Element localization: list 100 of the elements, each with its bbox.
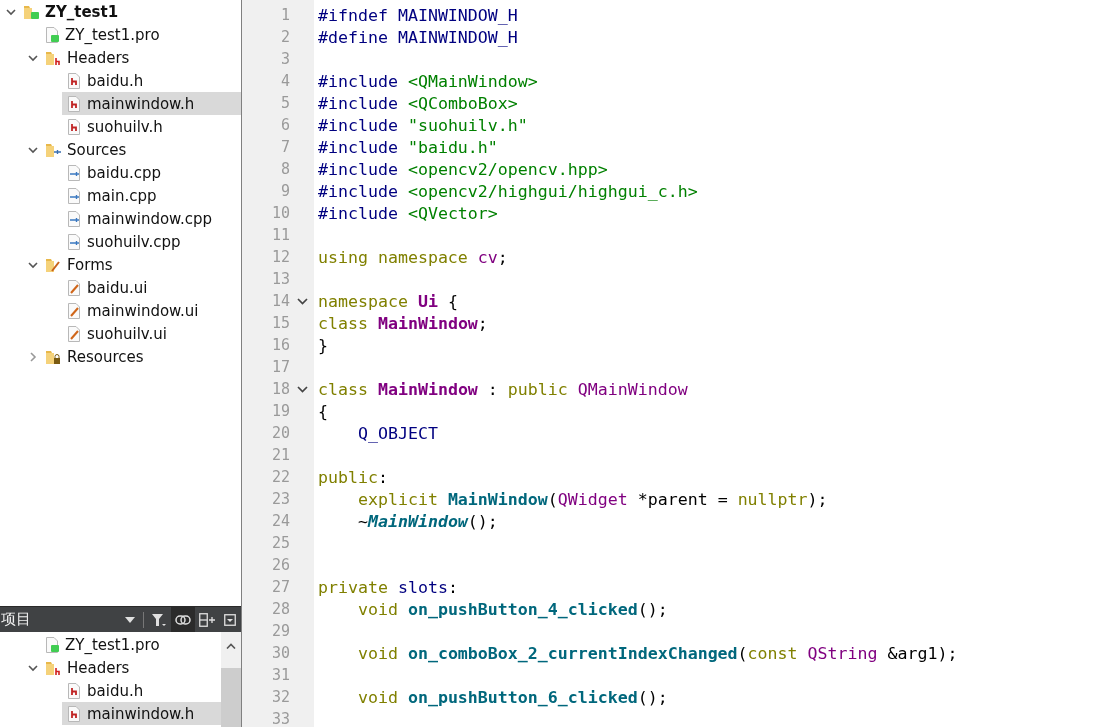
tree-item[interactable]: ZY_test1.pro (40, 23, 241, 46)
code-line: #include "baidu.h" (317, 137, 498, 157)
link-button[interactable] (171, 607, 195, 632)
tree-item[interactable]: mainwindow.h (62, 702, 221, 725)
code-line: explicit MainWindow(QWidget *parent = nullptr); (356, 489, 828, 509)
chevron-up-icon (226, 643, 236, 649)
minimize-panel-icon (224, 613, 236, 626)
header-file-icon (67, 118, 81, 135)
line-number: 21 (271, 446, 290, 464)
code-line: #ifndef MAINWINDOW_H (317, 5, 518, 25)
split-add-icon (199, 612, 215, 627)
line-number: 22 (271, 468, 290, 486)
line-number: 30 (271, 644, 290, 662)
tree-item[interactable]: ZY_test1.pro (40, 633, 221, 656)
code-line: } (317, 335, 328, 355)
fold-chevron-icon[interactable] (296, 385, 308, 393)
tree-item[interactable]: Sources (40, 138, 241, 161)
tree-item[interactable]: mainwindow.cpp (62, 207, 241, 230)
line-number: 3 (280, 50, 290, 68)
line-number: 13 (271, 270, 290, 288)
line-number: 10 (271, 204, 290, 222)
code-line: #define MAINWINDOW_H (317, 27, 518, 47)
code-line: public: (317, 467, 388, 487)
code-line: private slots: (317, 577, 458, 597)
header-file-icon (67, 682, 81, 699)
tree-item[interactable]: mainwindow.ui (62, 299, 241, 322)
tree-item[interactable]: baidu.h (62, 679, 221, 702)
line-number: 1 (280, 6, 290, 24)
code-line: #include <QComboBox> (317, 93, 518, 113)
line-number: 31 (271, 666, 290, 684)
code-line: class MainWindow : public QMainWindow (317, 379, 688, 399)
line-number: 5 (280, 94, 290, 112)
filter-icon (152, 612, 166, 627)
line-number: 18 (271, 380, 290, 398)
line-number: 16 (271, 336, 290, 354)
code-line: #include "suohuilv.h" (317, 115, 528, 135)
project-file-icon (45, 636, 59, 653)
line-number: 15 (271, 314, 290, 332)
form-folder-icon (45, 256, 61, 273)
panel-title: 项目 (0, 610, 32, 629)
code-line: Q_OBJECT (356, 423, 438, 443)
header-file-icon (67, 72, 81, 89)
code-line: #include <QVector> (317, 203, 498, 223)
tree-item[interactable]: Headers (40, 46, 241, 69)
header-folder-icon (45, 659, 61, 676)
line-number: 14 (271, 292, 290, 310)
line-number: 12 (271, 248, 290, 266)
code-line: class MainWindow; (317, 313, 488, 333)
tree-item[interactable]: suohuilv.ui (62, 322, 241, 345)
line-number: 24 (271, 512, 290, 530)
line-number: 28 (271, 600, 290, 618)
caret-down-icon (125, 616, 135, 623)
project-folder-icon (23, 3, 39, 20)
tree-item[interactable]: ZY_test1 (18, 0, 241, 23)
line-number: 32 (271, 688, 290, 706)
code-line: #include <opencv2/highgui/highgui_c.h> (317, 181, 698, 201)
source-file-icon (67, 210, 81, 227)
source-file-icon (67, 187, 81, 204)
tree-item[interactable]: suohuilv.h (62, 115, 241, 138)
tree-item[interactable]: baidu.cpp (62, 161, 241, 184)
code-line: void on_pushButton_4_clicked(); (356, 599, 668, 619)
code-line: void on_pushButton_6_clicked(); (356, 687, 668, 707)
code-line: ~MainWindow(); (356, 511, 498, 531)
line-number: 6 (280, 116, 290, 134)
line-number: 4 (280, 72, 290, 90)
line-number: 23 (271, 490, 290, 508)
code-line: #include <opencv2/opencv.hpp> (317, 159, 608, 179)
project-file-icon (45, 26, 59, 43)
tree-item[interactable]: Headers (40, 656, 221, 679)
tree-item[interactable]: Resources (40, 345, 241, 368)
form-file-icon (67, 279, 81, 296)
scrollbar[interactable] (221, 632, 241, 727)
tree-item[interactable]: baidu.h (62, 69, 241, 92)
tree-item[interactable]: baidu.ui (62, 276, 241, 299)
resource-folder-icon (45, 348, 61, 365)
code-line: using namespace cv; (317, 247, 508, 267)
line-number: 8 (280, 160, 290, 178)
header-folder-icon (45, 49, 61, 66)
tree-item[interactable]: Forms (40, 253, 241, 276)
scrollbar-thumb[interactable] (221, 668, 241, 727)
code-line: #include <QMainWindow> (317, 71, 538, 91)
line-number: 17 (271, 358, 290, 376)
line-number: 2 (280, 28, 290, 46)
link-icon (175, 614, 191, 625)
source-file-icon (67, 233, 81, 250)
code-line: void on_comboBox_2_currentIndexChanged(const QString &arg1); (356, 643, 958, 663)
line-number: 9 (280, 182, 290, 200)
source-folder-icon (45, 141, 61, 158)
chevron-right-icon[interactable] (27, 350, 39, 363)
form-file-icon (67, 302, 81, 319)
header-file-icon (67, 95, 81, 112)
tree-item[interactable]: suohuilv.cpp (62, 230, 241, 253)
tree-item[interactable]: main.cpp (62, 184, 241, 207)
line-number: 11 (271, 226, 290, 244)
source-file-icon (67, 164, 81, 181)
line-number: 27 (271, 578, 290, 596)
header-file-icon (67, 705, 81, 722)
line-number: 26 (271, 556, 290, 574)
tree-item[interactable]: mainwindow.h (62, 92, 241, 115)
fold-chevron-icon[interactable] (296, 297, 308, 305)
